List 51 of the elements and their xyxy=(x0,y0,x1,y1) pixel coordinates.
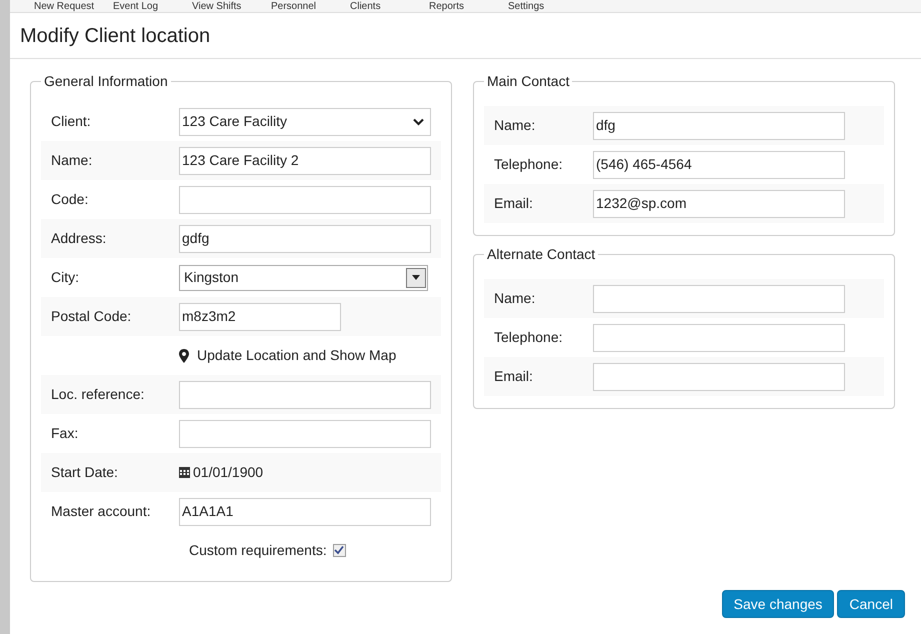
input-field[interactable]: A1A1A1 xyxy=(179,498,431,526)
field-label: Fax: xyxy=(51,425,78,441)
input-field[interactable] xyxy=(593,362,845,390)
field-label: Code: xyxy=(51,191,88,207)
input-field[interactable]: m8z3m2 xyxy=(179,302,341,330)
field-label: Address: xyxy=(51,230,106,246)
field-label: Postal Code: xyxy=(51,308,132,324)
custom-requirements-checkbox[interactable] xyxy=(332,544,346,556)
nav-link[interactable]: New Request xyxy=(34,1,113,12)
calendar-icon xyxy=(179,467,190,478)
field-label: Name: xyxy=(494,290,536,306)
input-field[interactable]: dfg xyxy=(593,112,845,140)
start-date-value: 01/01/1900 xyxy=(193,463,264,482)
nav-link[interactable]: Event Log xyxy=(113,1,192,12)
input-field[interactable] xyxy=(179,186,431,214)
chevron-down-icon xyxy=(413,118,424,126)
city-combobox[interactable]: Kingston xyxy=(179,264,428,290)
field-label: Telephone: xyxy=(494,156,563,172)
map-pin-icon xyxy=(179,348,189,362)
panel-legend: General Information xyxy=(41,71,171,92)
field-label: Name: xyxy=(51,152,92,168)
field-label: Loc. reference: xyxy=(51,386,144,402)
cancel-button[interactable]: Cancel xyxy=(837,590,905,618)
field-label: Master account: xyxy=(51,503,151,519)
field-label: Telephone: xyxy=(494,329,563,345)
input-field[interactable] xyxy=(593,284,845,312)
input-field[interactable]: 1232@sp.com xyxy=(593,190,845,218)
save-button[interactable]: Save changes xyxy=(722,590,834,618)
update-location-link[interactable]: Update Location and Show Map xyxy=(179,345,396,366)
page-title: Modify Client location xyxy=(20,24,210,48)
input-field[interactable] xyxy=(179,420,431,448)
checkbox-label: Custom requirements: xyxy=(189,540,327,560)
input-field[interactable] xyxy=(179,380,431,408)
nav-link[interactable]: Clients xyxy=(350,1,429,12)
client-select[interactable]: 123 Care Facility xyxy=(179,108,431,136)
field-label: Start Date: xyxy=(51,464,118,480)
field-label: Email: xyxy=(494,368,533,384)
input-field[interactable]: 123 Care Facility 2 xyxy=(179,146,431,174)
input-field[interactable]: gdfg xyxy=(179,224,431,252)
panel-legend: Main Contact xyxy=(484,71,572,92)
nav-link[interactable]: View Shifts xyxy=(192,1,271,12)
field-label: Name: xyxy=(494,117,536,133)
panel-legend: Alternate Contact xyxy=(484,244,598,265)
nav-link[interactable]: Reports xyxy=(429,1,508,12)
field-label: Email: xyxy=(494,195,533,211)
field-label: City: xyxy=(51,269,79,285)
field-label: Client: xyxy=(51,113,91,129)
nav-link[interactable]: Personnel xyxy=(271,1,350,12)
nav-link[interactable]: Settings xyxy=(508,1,587,12)
input-field[interactable] xyxy=(593,324,845,352)
input-field[interactable]: (546) 465-4564 xyxy=(593,150,845,178)
